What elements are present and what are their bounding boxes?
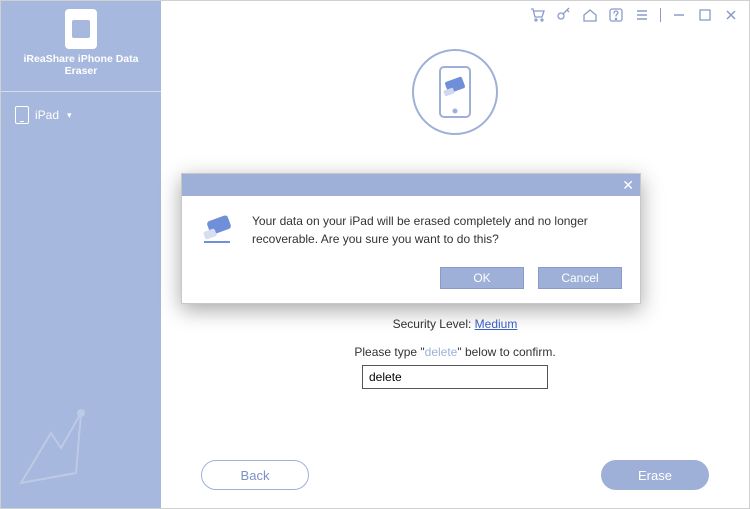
sidebar: iReaShare iPhone Data Eraser iPad ▾ xyxy=(1,1,161,508)
app-logo: iReaShare iPhone Data Eraser xyxy=(11,9,151,77)
dialog-message: Your data on your iPad will be erased co… xyxy=(252,212,622,253)
footer-buttons: Back Erase xyxy=(161,460,749,490)
maximize-button[interactable] xyxy=(697,7,713,23)
menu-icon[interactable] xyxy=(634,7,650,23)
device-label: iPad xyxy=(35,108,59,122)
key-icon[interactable] xyxy=(556,7,572,23)
confirm-prefix: Please type " xyxy=(354,345,424,359)
erase-button[interactable]: Erase xyxy=(601,460,709,490)
confirm-hint: delete xyxy=(425,345,458,359)
dialog-cancel-button[interactable]: Cancel xyxy=(538,267,622,289)
security-level-row: Security Level: Medium xyxy=(393,317,518,331)
security-level-label: Security Level: xyxy=(393,317,472,331)
titlebar-separator xyxy=(660,8,661,22)
sidebar-divider xyxy=(1,91,161,92)
dialog-ok-button[interactable]: OK xyxy=(440,267,524,289)
hero-erase-icon xyxy=(412,49,498,135)
sidebar-header: iReaShare iPhone Data Eraser xyxy=(1,1,161,85)
app-logo-icon xyxy=(65,9,97,49)
sidebar-decoration xyxy=(11,403,131,498)
chevron-down-icon: ▾ xyxy=(67,110,72,121)
confirm-suffix: " below to confirm. xyxy=(457,345,555,359)
cart-icon[interactable] xyxy=(530,7,546,23)
confirm-input[interactable] xyxy=(362,365,548,389)
confirm-instruction: Please type "delete" below to confirm. xyxy=(354,345,555,359)
help-icon[interactable] xyxy=(608,7,624,23)
tablet-icon xyxy=(15,106,29,124)
device-selector[interactable]: iPad ▾ xyxy=(1,98,161,132)
back-button[interactable]: Back xyxy=(201,460,309,490)
home-icon[interactable] xyxy=(582,7,598,23)
close-button[interactable] xyxy=(723,7,739,23)
dialog-titlebar: ✕ xyxy=(182,174,640,196)
security-level-link[interactable]: Medium xyxy=(475,317,518,331)
titlebar xyxy=(161,1,749,29)
app-title: iReaShare iPhone Data Eraser xyxy=(11,53,151,77)
confirm-dialog: ✕ Your data on your iPad will be erased … xyxy=(181,173,641,304)
eraser-icon xyxy=(200,212,236,253)
dialog-body: Your data on your iPad will be erased co… xyxy=(182,196,640,263)
dialog-actions: OK Cancel xyxy=(182,263,640,303)
dialog-close-icon[interactable]: ✕ xyxy=(622,178,634,192)
minimize-button[interactable] xyxy=(671,7,687,23)
